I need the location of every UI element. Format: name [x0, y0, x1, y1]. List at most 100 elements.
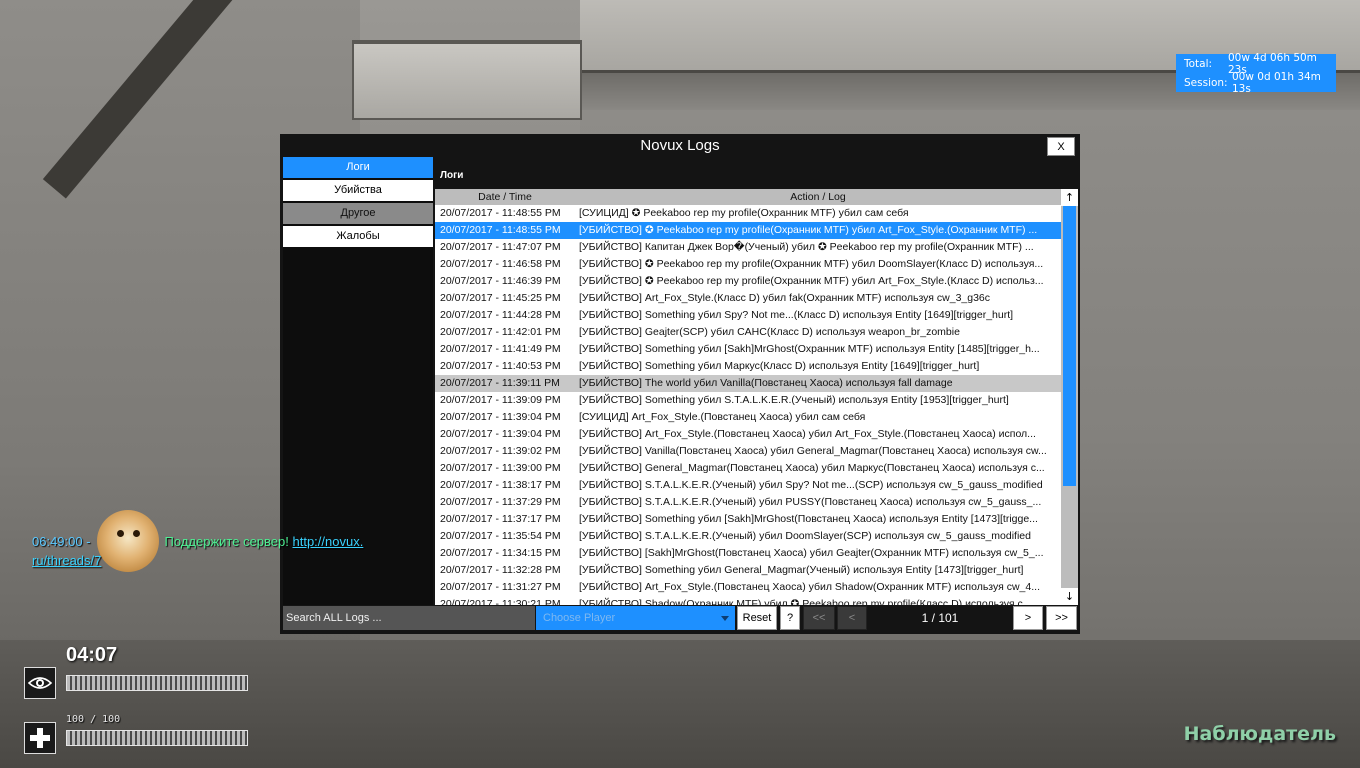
sidebar-item-reports[interactable]: Жалобы [283, 226, 433, 247]
column-header-action[interactable]: Action / Log [575, 189, 1061, 205]
table-row[interactable]: 20/07/2017 - 11:39:04 PM [УБИЙСТВО] Art_F… [435, 426, 1061, 443]
row-action: [УБИЙСТВО] ✪ Peekaboo rep my profile(Охр… [579, 258, 1044, 270]
row-date: 20/07/2017 - 11:45:25 PM [440, 292, 561, 304]
table-row[interactable]: 20/07/2017 - 11:41:49 PM [УБИЙСТВО] Somet… [435, 341, 1061, 358]
row-date: 20/07/2017 - 11:48:55 PM [440, 224, 561, 236]
row-action: [УБИЙСТВО] Art_Fox_Style.(Класс D) убил … [579, 292, 991, 304]
row-action: [УБИЙСТВО] Something убил [Sakh]MrGhost(… [579, 513, 1038, 525]
scroll-down-arrow-icon[interactable]: ↓ [1061, 588, 1078, 605]
reset-button[interactable]: Reset [737, 606, 777, 630]
scrollbar-thumb[interactable] [1063, 206, 1076, 486]
table-row[interactable]: 20/07/2017 - 11:34:15 PM [УБИЙСТВО] [Sakh… [435, 545, 1061, 562]
chevron-down-icon [721, 616, 729, 621]
table-row[interactable]: 20/07/2017 - 11:37:29 PM [УБИЙСТВО] S.T.A… [435, 494, 1061, 511]
row-action: [УБИЙСТВО] Art_Fox_Style.(Повстанец Хаос… [579, 428, 1036, 440]
logs-table: Date / Time Action / Log 20/07/2017 - 11… [435, 189, 1078, 605]
row-date: 20/07/2017 - 11:39:04 PM [440, 428, 561, 440]
table-row[interactable]: 20/07/2017 - 11:39:04 PM [СУИЦИД] Art_Fox… [435, 409, 1061, 426]
row-date: 20/07/2017 - 11:39:11 PM [440, 377, 560, 389]
chat-link[interactable]: http://novux. [293, 534, 364, 549]
window-title: Novux Logs [640, 137, 720, 154]
row-action: [УБИЙСТВО] ✪ Peekaboo rep my profile(Охр… [579, 224, 1038, 236]
background-railing [352, 40, 582, 120]
row-action: [УБИЙСТВО] The world убил Vanilla(Повста… [579, 377, 953, 389]
row-date: 20/07/2017 - 11:35:54 PM [440, 530, 561, 542]
table-row[interactable]: 20/07/2017 - 11:48:55 PM [УБИЙСТВО] ✪ Pee… [435, 222, 1061, 239]
page-indicator: 1 / 101 [921, 611, 959, 625]
table-row[interactable]: 20/07/2017 - 11:32:28 PM [УБИЙСТВО] Somet… [435, 562, 1061, 579]
table-row[interactable]: 20/07/2017 - 11:44:28 PM [УБИЙСТВО] Somet… [435, 307, 1061, 324]
player-select-dropdown[interactable]: Choose Player [536, 606, 735, 630]
row-date: 20/07/2017 - 11:32:28 PM [440, 564, 561, 576]
row-date: 20/07/2017 - 11:39:04 PM [440, 411, 561, 423]
table-row[interactable]: 20/07/2017 - 11:39:02 PM [УБИЙСТВО] Vanil… [435, 443, 1061, 460]
playtime-session-row: Session: 00w 0d 01h 34m 13s [1176, 70, 1336, 95]
scrollbar[interactable]: ↑ ↓ [1061, 189, 1078, 605]
table-row[interactable]: 20/07/2017 - 11:31:27 PM [УБИЙСТВО] Art_F… [435, 579, 1061, 596]
row-date: 20/07/2017 - 11:46:39 PM [440, 275, 561, 287]
search-input[interactable] [283, 606, 535, 630]
table-row[interactable]: 20/07/2017 - 11:45:25 PM [УБИЙСТВО] Art_F… [435, 290, 1061, 307]
health-text: 100 / 100 [66, 714, 121, 725]
table-row[interactable]: 20/07/2017 - 11:39:09 PM [УБИЙСТВО] Somet… [435, 392, 1061, 409]
row-action: [УБИЙСТВО] Something убил Маркус(Класс D… [579, 360, 980, 372]
table-row[interactable]: 20/07/2017 - 11:42:01 PM [УБИЙСТВО] Geajt… [435, 324, 1061, 341]
row-action: [УБИЙСТВО] Something убил Spy? Not me...… [579, 309, 1014, 321]
sidebar-item-logs[interactable]: Логи [283, 157, 433, 178]
table-row[interactable]: 20/07/2017 - 11:40:53 PM [УБИЙСТВО] Somet… [435, 358, 1061, 375]
table-row[interactable]: 20/07/2017 - 11:39:00 PM [УБИЙСТВО] Gener… [435, 460, 1061, 477]
help-button[interactable]: ? [780, 606, 800, 630]
row-action: [УБИЙСТВО] ✪ Peekaboo rep my profile(Охр… [579, 275, 1044, 287]
row-date: 20/07/2017 - 11:31:27 PM [440, 581, 561, 593]
row-date: 20/07/2017 - 11:38:17 PM [440, 479, 561, 491]
chat-link-continuation[interactable]: ru/threads/7 [32, 553, 101, 568]
table-row[interactable]: 20/07/2017 - 11:46:58 PM [УБИЙСТВО] ✪ Pee… [435, 256, 1061, 273]
sidebar-item-kills[interactable]: Убийства [283, 180, 433, 201]
row-action: [УБИЙСТВО] Geajter(SCP) убил CAHC(Класс … [579, 326, 960, 338]
player-role: Наблюдатель [1183, 723, 1336, 745]
row-date: 20/07/2017 - 11:30:21 PM [440, 598, 561, 605]
table-row[interactable]: 20/07/2017 - 11:37:17 PM [УБИЙСТВО] Somet… [435, 511, 1061, 528]
section-heading: Логи [440, 170, 464, 181]
stamina-bar [66, 675, 248, 691]
row-date: 20/07/2017 - 11:47:07 PM [440, 241, 561, 253]
row-date: 20/07/2017 - 11:41:49 PM [440, 343, 561, 355]
table-row[interactable]: 20/07/2017 - 11:35:54 PM [УБИЙСТВО] S.T.A… [435, 528, 1061, 545]
prev-page-button[interactable]: < [837, 606, 867, 630]
row-action: [СУИЦИД] ✪ Peekaboo rep my profile(Охран… [579, 207, 909, 219]
sidebar-item-other[interactable]: Другое [283, 203, 433, 224]
row-action: [УБИЙСТВО] Art_Fox_Style.(Повстанец Хаос… [579, 581, 1040, 593]
table-row[interactable]: 20/07/2017 - 11:48:55 PM [СУИЦИД] ✪ Peeka… [435, 205, 1061, 222]
logs-window: Novux Logs X Логи Убийства Другое Жалобы… [280, 134, 1080, 634]
bottom-toolbar: Choose Player Reset ? << < 1 / 101 > >> [280, 606, 1080, 632]
row-date: 20/07/2017 - 11:34:15 PM [440, 547, 561, 559]
playtime-counter: Total: 00w 4d 06h 50m 23s Session: 00w 0… [1176, 52, 1336, 95]
table-row[interactable]: 20/07/2017 - 11:38:17 PM [УБИЙСТВО] S.T.A… [435, 477, 1061, 494]
playtime-session-value: 00w 0d 01h 34m 13s [1232, 70, 1321, 95]
close-button[interactable]: X [1047, 137, 1075, 156]
table-row[interactable]: 20/07/2017 - 11:30:21 PM [УБИЙСТВО] Shado… [435, 596, 1061, 605]
row-date: 20/07/2017 - 11:39:09 PM [440, 394, 561, 406]
first-page-button[interactable]: << [803, 606, 835, 630]
next-page-button[interactable]: > [1013, 606, 1043, 630]
row-action: [УБИЙСТВО] Something убил General_Magmar… [579, 564, 1024, 576]
table-row[interactable]: 20/07/2017 - 11:39:11 PM [УБИЙСТВО] The w… [435, 375, 1061, 392]
row-action: [УБИЙСТВО] Капитан Джек Вор�(Ученый) уби… [579, 241, 1034, 253]
table-rows: 20/07/2017 - 11:48:55 PM [СУИЦИД] ✪ Peeka… [435, 205, 1061, 605]
row-action: [УБИЙСТВО] Vanilla(Повстанец Хаоса) убил… [579, 445, 1047, 457]
row-action: [УБИЙСТВО] Shadow(Охранник MTF) убил ✪ P… [579, 598, 1032, 605]
table-row[interactable]: 20/07/2017 - 11:47:07 PM [УБИЙСТВО] Капит… [435, 239, 1061, 256]
playtime-total-label: Total: [1184, 57, 1213, 70]
eye-icon [24, 667, 56, 699]
playtime-session-label: Session: [1184, 76, 1228, 89]
scroll-up-arrow-icon[interactable]: ↑ [1061, 189, 1078, 206]
table-row[interactable]: 20/07/2017 - 11:46:39 PM [УБИЙСТВО] ✪ Pee… [435, 273, 1061, 290]
doge-avatar-icon [96, 510, 159, 572]
row-date: 20/07/2017 - 11:37:29 PM [440, 496, 561, 508]
row-action: [УБИЙСТВО] Something убил S.T.A.L.K.E.R.… [579, 394, 1009, 406]
last-page-button[interactable]: >> [1046, 606, 1077, 630]
round-timer: 04:07 [66, 644, 118, 666]
health-bar [66, 730, 248, 746]
column-header-date[interactable]: Date / Time [435, 189, 575, 205]
row-action: [УБИЙСТВО] S.T.A.L.K.E.R.(Ученый) убил S… [579, 479, 1043, 491]
